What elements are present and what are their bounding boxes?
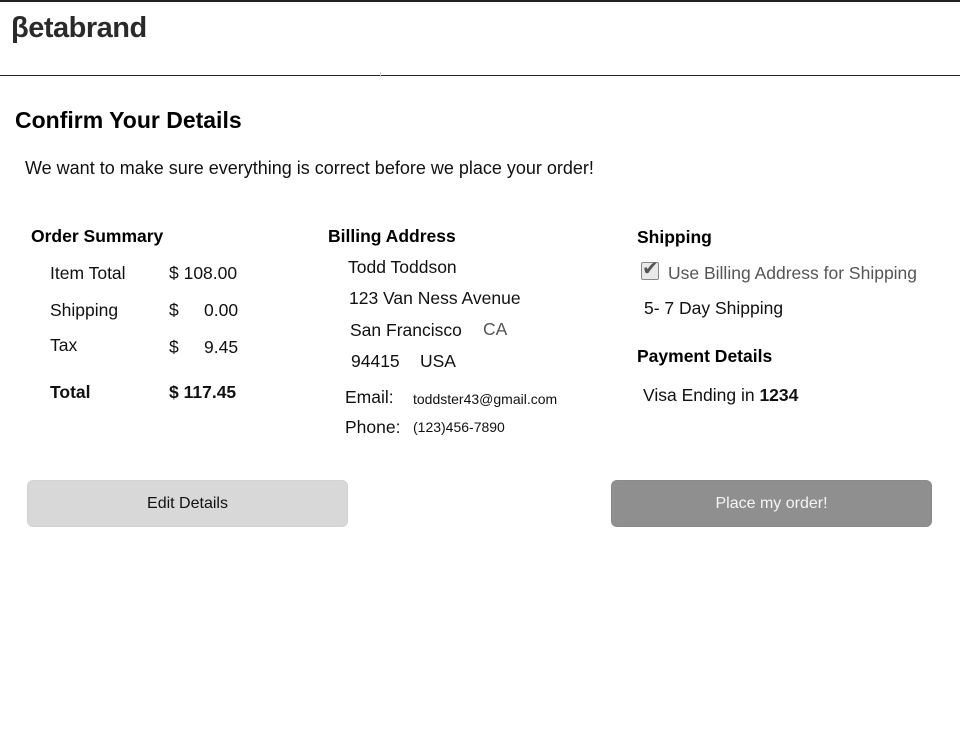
billing-city: San Francisco [350, 320, 462, 340]
item-total-value: $ 108.00 [169, 263, 238, 283]
card-last4: 1234 [759, 385, 799, 405]
phone-label: Phone: [345, 417, 401, 437]
billing-street: 123 Van Ness Avenue [349, 288, 521, 308]
total-value: $ 117.45 [169, 382, 237, 402]
card-prefix: Visa Ending in [643, 385, 755, 405]
total-label: Total [50, 382, 91, 402]
billing-country: USA [420, 351, 456, 371]
shipping-value: 0.00 [204, 300, 239, 320]
billing-address-title: Billing Address [328, 226, 456, 246]
email-value: toddster43@gmail.com [413, 391, 558, 407]
header-divider-tick [380, 72, 381, 77]
checkmark-icon: ✔ [642, 258, 659, 280]
shipping-method: 5- 7 Day Shipping [644, 298, 784, 318]
email-label: Email: [345, 387, 394, 407]
phone-value: (123)456-7890 [413, 419, 505, 435]
edit-details-button[interactable]: Edit Details [27, 480, 348, 527]
use-billing-label[interactable]: Use Billing Address for Shipping [668, 263, 917, 284]
shipping-title: Shipping [637, 227, 712, 247]
billing-name: Todd Toddson [348, 257, 457, 277]
payment-card: Visa Ending in 1234 [643, 385, 798, 406]
shipping-currency: $ [169, 300, 179, 320]
order-summary-title: Order Summary [31, 226, 164, 246]
place-order-label: Place my order! [715, 494, 828, 512]
page-title: Confirm Your Details [15, 107, 242, 133]
intro-text: We want to make sure everything is corre… [25, 158, 594, 178]
billing-zip: 94415 [351, 351, 400, 371]
tax-label: Tax [50, 335, 78, 355]
shipping-label: Shipping [50, 300, 119, 320]
edit-details-label: Edit Details [147, 494, 228, 512]
brand-logo[interactable]: βetabrand [11, 12, 147, 45]
place-order-button[interactable]: Place my order! [611, 480, 932, 527]
tax-value: 9.45 [204, 337, 239, 357]
tax-currency: $ [169, 337, 179, 357]
item-total-label: Item Total [50, 263, 126, 283]
payment-details-title: Payment Details [637, 346, 773, 366]
billing-state: CA [483, 319, 508, 339]
